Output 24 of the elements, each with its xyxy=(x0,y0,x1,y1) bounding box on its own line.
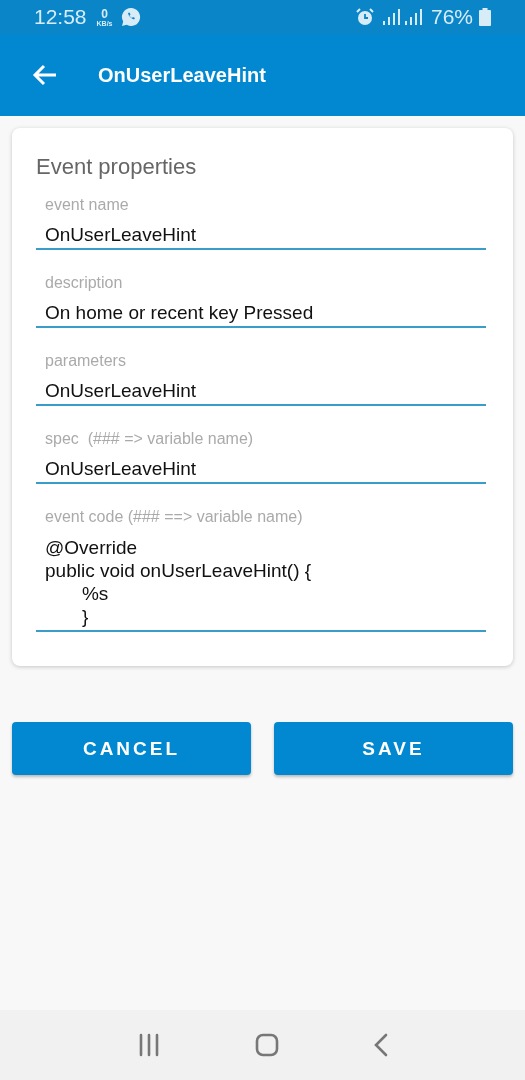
code-field[interactable]: @Override public void onUserLeaveHint() { %s } xyxy=(36,536,486,632)
text-field[interactable]: OnUserLeaveHint xyxy=(36,380,486,406)
battery-icon xyxy=(479,8,491,26)
alarm-icon xyxy=(354,7,375,27)
field-label: parameters xyxy=(44,352,127,370)
back-icon[interactable] xyxy=(372,1032,389,1058)
field-label: event code (### ==> variable name) xyxy=(44,508,304,526)
text-field[interactable]: On home or recent key Pressed xyxy=(36,302,486,328)
net-speed: 0 xyxy=(101,7,108,20)
home-icon[interactable] xyxy=(253,1032,280,1058)
signal-icon xyxy=(380,8,425,26)
field-label: spec (### => variable name) xyxy=(44,430,255,448)
back-arrow-icon[interactable] xyxy=(32,64,58,86)
text-field[interactable]: OnUserLeaveHint xyxy=(36,458,486,484)
text-field[interactable]: OnUserLeaveHint xyxy=(36,224,486,250)
save-button[interactable]: SAVE xyxy=(274,722,513,775)
chat-icon xyxy=(120,7,141,27)
status-time: 12:58 xyxy=(34,5,87,29)
screen-title: OnUserLeaveHint xyxy=(98,63,266,87)
battery-percent: 76% xyxy=(430,5,473,29)
field-label: description xyxy=(44,274,124,292)
cancel-button[interactable]: CANCEL xyxy=(12,722,251,775)
card-title: Event properties xyxy=(36,154,198,180)
field-label: event name xyxy=(44,196,130,214)
